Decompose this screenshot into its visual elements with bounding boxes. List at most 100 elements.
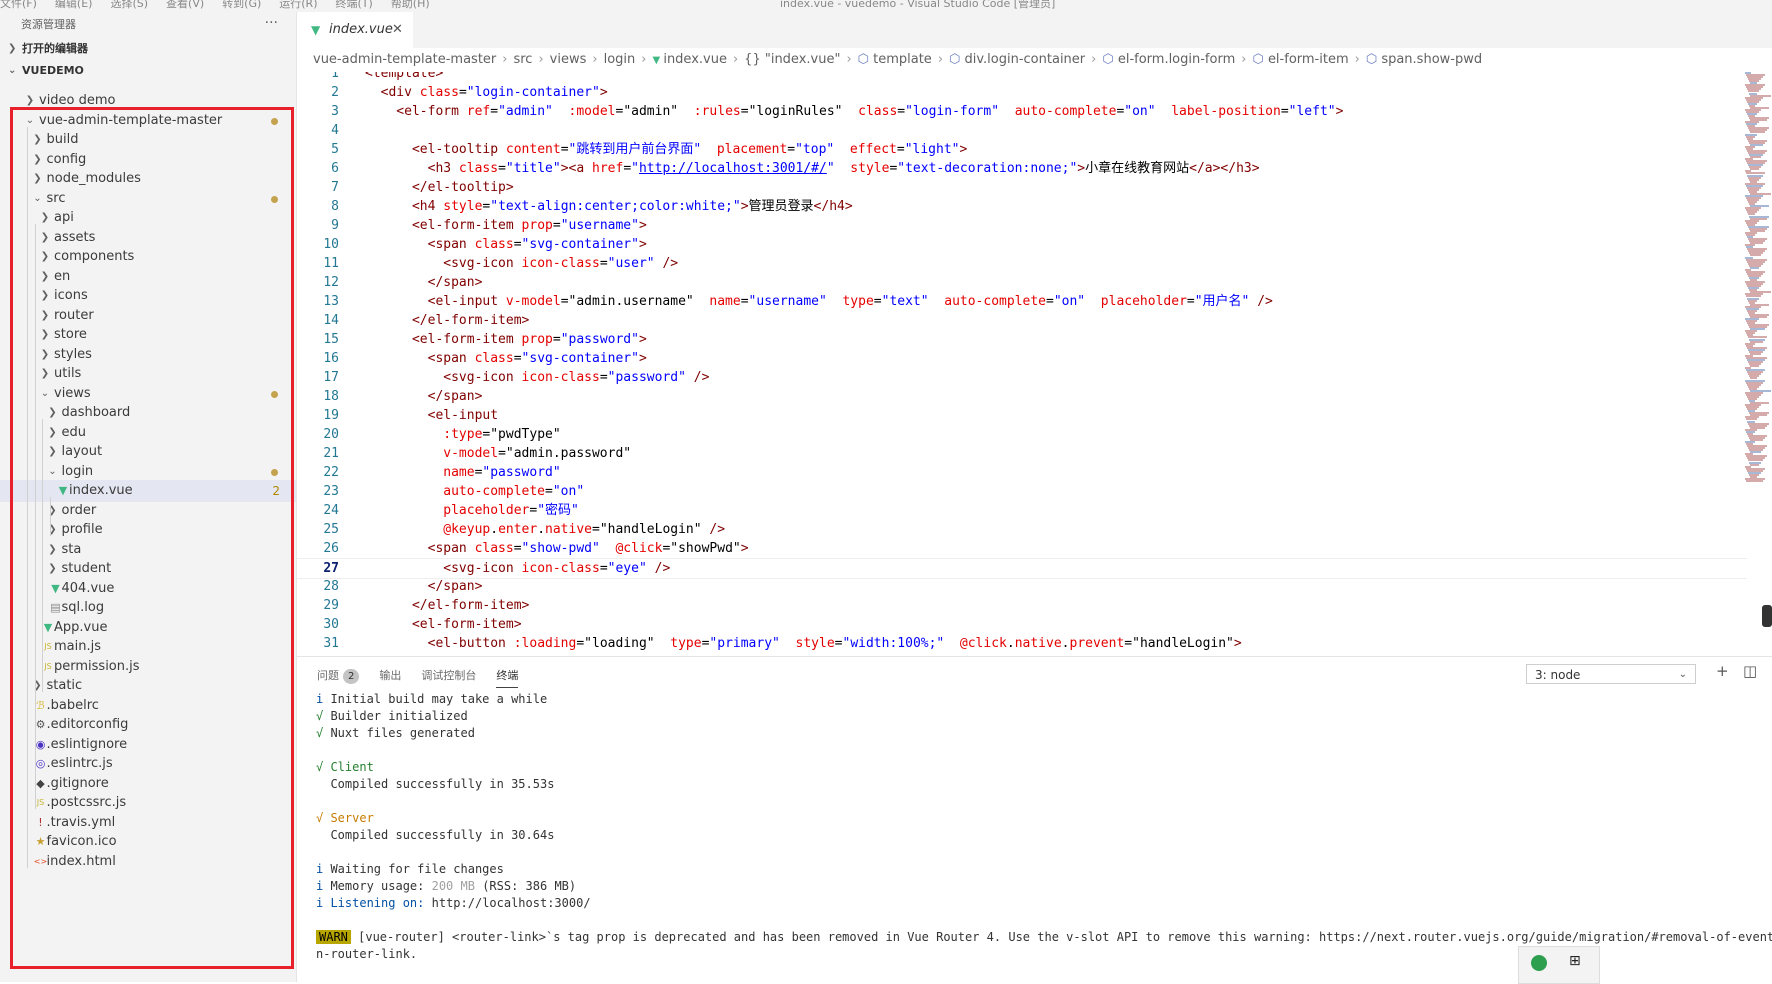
terminal-token: Initial build may take a while — [323, 692, 548, 706]
code-token: </h4> — [813, 199, 853, 214]
code-line[interactable]: 24 placeholder="密码" — [297, 501, 1747, 520]
menu-item[interactable]: 编辑(E) — [55, 0, 93, 10]
code-token: </span> — [365, 389, 483, 404]
code-token: > — [740, 199, 749, 214]
code-token: = — [560, 142, 569, 157]
breadcrumb-symbol[interactable]: el-form.login-form — [1118, 52, 1235, 67]
open-editors-section[interactable]: ❯ 打开的编辑器 — [0, 38, 296, 60]
code-line[interactable]: 28 </span> — [297, 577, 1747, 596]
code-line[interactable]: 15 <el-form-item prop="password"> — [297, 330, 1747, 349]
menu-item[interactable]: 转到(G) — [222, 0, 261, 10]
menu-item[interactable]: 终端(T) — [336, 0, 373, 10]
code-line[interactable]: 14 </el-form-item> — [297, 311, 1747, 330]
panel-tab[interactable]: 输出 — [379, 665, 401, 687]
split-terminal-icon[interactable]: ◫ — [1743, 662, 1757, 680]
breadcrumb-item[interactable]: views — [550, 52, 587, 67]
code-line[interactable]: 4 — [297, 121, 1747, 140]
menu-item[interactable]: 选择(S) — [110, 0, 148, 10]
code-token: name — [365, 465, 475, 480]
code-line[interactable]: 18 </span> — [297, 387, 1747, 406]
code-line[interactable]: 29 </el-form-item> — [297, 596, 1747, 615]
code-line[interactable]: 7 </el-tooltip> — [297, 178, 1747, 197]
menu-item[interactable]: 文件(F) — [0, 0, 37, 10]
code-line[interactable]: 5 <el-tooltip content="跳转到用户前台界面" placem… — [297, 140, 1747, 159]
menu-item[interactable]: 查看(V) — [166, 0, 204, 10]
breadcrumb-symbol[interactable]: span.show-pwd — [1381, 52, 1482, 67]
code-text: <span class="show-pwd" @click="showPwd"> — [365, 539, 749, 558]
minimap-line — [1750, 168, 1759, 171]
code-line[interactable]: 2 <div class="login-container"> — [297, 83, 1747, 102]
menu-item[interactable]: 帮助(H) — [391, 0, 430, 10]
code-token: = — [1046, 294, 1054, 309]
terminal-line: √ Server — [316, 810, 1766, 827]
code-line[interactable]: 8 <h4 style="text-align:center;color:whi… — [297, 197, 1747, 216]
panel-tab[interactable]: 终端 — [496, 665, 519, 688]
panel-tab[interactable]: 调试控制台 — [421, 665, 476, 687]
code-line[interactable]: 16 <span class="svg-container"> — [297, 349, 1747, 368]
code-line[interactable]: 26 <span class="show-pwd" @click="showPw… — [297, 539, 1747, 558]
code-line[interactable]: 30 <el-form-item> — [297, 615, 1747, 634]
code-token: "width:100%;" — [842, 636, 945, 651]
menu-item[interactable]: 运行(R) — [279, 0, 317, 10]
terminal-output[interactable]: i Initial build may take a while √ Builde… — [316, 691, 1772, 963]
terminal-token: Waiting for file changes — [323, 862, 504, 876]
code-line[interactable]: 20 :type="pwdType" — [297, 425, 1747, 444]
code-token: "primary" — [709, 636, 780, 651]
minimap[interactable] — [1745, 72, 1771, 482]
code-line[interactable]: 27 <svg-icon icon-class="eye" /> — [297, 558, 1747, 579]
breadcrumb-item[interactable]: login — [604, 52, 636, 67]
vue-file-icon: ▼ — [652, 55, 664, 66]
code-token: "text-decoration:none;" — [897, 161, 1078, 176]
code-token: = — [545, 484, 553, 499]
add-terminal-icon[interactable]: + — [1716, 662, 1729, 680]
code-token: = — [592, 522, 600, 537]
more-actions-icon[interactable]: ··· — [265, 10, 278, 36]
tab-index-vue[interactable]: ▼ index.vue ✕ — [297, 12, 413, 48]
breadcrumb-file[interactable]: index.vue — [663, 52, 727, 67]
panel-tab[interactable]: 问题 2 — [317, 665, 360, 687]
code-token: = — [513, 351, 522, 366]
terminal-token: http://localhost:3000/ — [424, 896, 591, 910]
code-line[interactable]: 22 name="password" — [297, 463, 1747, 482]
close-icon[interactable]: ✕ — [392, 12, 403, 48]
code-line[interactable]: 31 <el-button :loading="loading" type="p… — [297, 634, 1747, 653]
code-line[interactable]: 3 <el-form ref="admin" :model="admin" :r… — [297, 102, 1747, 121]
code-line[interactable]: 11 <svg-icon icon-class="user" /> — [297, 254, 1747, 273]
breadcrumb-item[interactable]: src — [513, 52, 532, 67]
breadcrumb-item[interactable]: vue-admin-template-master — [313, 52, 496, 67]
line-number: 10 — [323, 237, 339, 252]
breadcrumb-symbol[interactable]: el-form-item — [1268, 52, 1349, 67]
code-editor[interactable]: 1 <template> 2 <div class="login-container… — [297, 72, 1772, 656]
line-number: 27 — [323, 561, 339, 576]
breadcrumb-symbol[interactable]: template — [873, 52, 932, 67]
code-token: = — [599, 561, 608, 576]
code-line[interactable]: 19 <el-input — [297, 406, 1747, 425]
code-token: "pwdType" — [490, 427, 561, 442]
code-line[interactable]: 17 <svg-icon icon-class="password" /> — [297, 368, 1747, 387]
code-token: "admin.password" — [505, 446, 632, 461]
code-line[interactable]: 10 <span class="svg-container"> — [297, 235, 1747, 254]
terminal-select[interactable]: 3: node ⌄ — [1526, 664, 1696, 684]
code-line[interactable]: 6 <h3 class="title"><a href="http://loca… — [297, 159, 1747, 178]
code-line[interactable]: 13 <el-input v-model="admin.username" na… — [297, 292, 1747, 311]
terminal-select-value: 3: node — [1535, 668, 1581, 682]
code-token: = — [740, 294, 749, 309]
code-token: = — [490, 104, 499, 119]
code-token: > — [638, 351, 647, 366]
code-line[interactable]: 12 </span> — [297, 273, 1747, 292]
breadcrumb-module[interactable]: {} "index.vue" — [744, 52, 840, 67]
status-green-icon[interactable] — [1531, 955, 1547, 971]
code-line[interactable]: 9 <el-form-item prop="username"> — [297, 216, 1747, 235]
app-grid-icon[interactable]: ⊞ — [1569, 953, 1581, 969]
code-line[interactable]: 21 v-model="admin.password" — [297, 444, 1747, 463]
breadcrumb-separator-icon: › — [1241, 52, 1247, 67]
workspace-section[interactable]: ⌄ VUEDEMO — [0, 60, 296, 82]
terminal-token: [vue-router] <router-link>`s tag prop is… — [350, 930, 1772, 944]
breadcrumb-symbol[interactable]: div.login-container — [965, 52, 1086, 67]
code-token: > — [1335, 104, 1344, 119]
code-token: 管理员登录 — [748, 199, 814, 214]
code-line[interactable]: 25 @keyup.enter.native="handleLogin" /> — [297, 520, 1747, 539]
code-line[interactable]: 1 <template> — [297, 72, 1747, 83]
code-line[interactable]: 23 auto-complete="on" — [297, 482, 1747, 501]
